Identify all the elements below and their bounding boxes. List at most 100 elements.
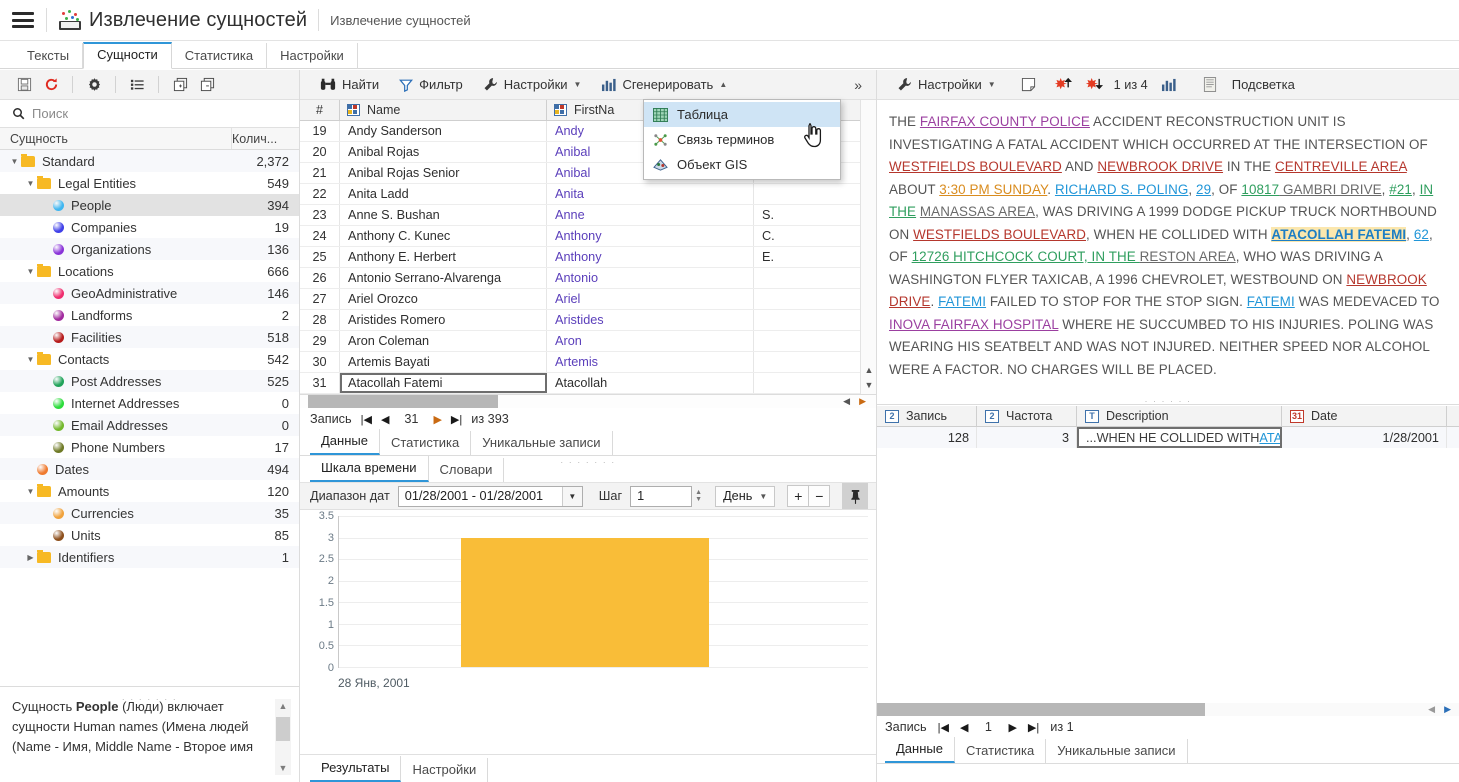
table-cell[interactable]: Anita Ladd	[340, 184, 547, 204]
table-cell[interactable]: Atacollah	[547, 373, 754, 393]
table-cell[interactable]: Anne S. Bushan	[340, 205, 547, 225]
table-cell[interactable]: Anibal Rojas	[340, 142, 547, 162]
table-cell[interactable]: 30	[300, 352, 340, 372]
settings-button[interactable]: Настройки ▼	[475, 74, 590, 95]
entity-mention-person[interactable]: FATEMI	[1247, 294, 1295, 309]
tab-настройки[interactable]: Настройки	[267, 43, 358, 69]
tree-item-legal-entities[interactable]: ▼ Legal Entities 549	[0, 172, 299, 194]
table-cell[interactable]: C.	[754, 226, 861, 246]
tree-item-internet-addresses[interactable]: ▪ Internet Addresses 0	[0, 392, 299, 414]
entity-mention-person[interactable]: ATAC	[1259, 431, 1280, 445]
entity-mention-person[interactable]: RICHARD S. POLING	[1055, 182, 1188, 197]
record-current[interactable]: 1	[979, 720, 997, 734]
table-cell[interactable]: 27	[300, 289, 340, 309]
zoom-out-button[interactable]: −	[808, 485, 831, 507]
tree-item-dates[interactable]: ▪ Dates 494	[0, 458, 299, 480]
next-match-icon[interactable]	[1083, 74, 1107, 96]
scroll-thumb[interactable]	[276, 717, 290, 741]
save-icon[interactable]	[12, 74, 36, 96]
table-cell[interactable]: Ariel	[547, 289, 754, 309]
table-row[interactable]: 31 Atacollah Fatemi Atacollah	[300, 373, 876, 394]
generate-button[interactable]: Сгенерировать ▲	[593, 74, 735, 95]
table-cell[interactable]: Aristides	[547, 310, 754, 330]
prev-match-icon[interactable]	[1052, 74, 1076, 96]
entity-mention-date[interactable]: 3:30 PM SUNDAY	[939, 182, 1047, 197]
entity-mention-addr[interactable]: 10817	[1241, 182, 1279, 197]
scroll-down-icon[interactable]: ▼	[861, 378, 877, 393]
next-record-button[interactable]: ▶	[433, 413, 441, 426]
tree-item-contacts[interactable]: ▼ Contacts 542	[0, 348, 299, 370]
entity-mention-person[interactable]: 62	[1414, 227, 1429, 242]
tab-данные[interactable]: Данные	[310, 429, 380, 455]
collapse-all-icon[interactable]	[195, 74, 219, 96]
entity-mention-person[interactable]: FATEMI	[938, 294, 986, 309]
entity-mention-fac[interactable]: WESTFIELDS BOULEVARD	[913, 227, 1086, 242]
expand-all-icon[interactable]	[168, 74, 192, 96]
table-row[interactable]: 30 Artemis Bayati Artemis	[300, 352, 876, 373]
description-scrollbar[interactable]: ▲ ▼	[275, 699, 291, 775]
hscroll-thumb[interactable]	[877, 703, 1205, 716]
doc-settings-button[interactable]: Настройки ▼	[889, 74, 1004, 95]
table-cell[interactable]: Antonio Serrano-Alvarenga	[340, 268, 547, 288]
table-row[interactable]: 24 Anthony C. Kunec Anthony C.	[300, 226, 876, 247]
entity-mention-addr2[interactable]: RESTON AREA	[1140, 249, 1236, 264]
entity-mention-person[interactable]: 29	[1196, 182, 1211, 197]
zoom-in-button[interactable]: +	[787, 485, 810, 507]
table-cell[interactable]: Aristides Romero	[340, 310, 547, 330]
table-row[interactable]: 23 Anne S. Bushan Anne S.	[300, 205, 876, 226]
tab-данные[interactable]: Данные	[885, 737, 955, 763]
table-cell[interactable]: 20	[300, 142, 340, 162]
table-cell[interactable]: 23	[300, 205, 340, 225]
entity-mention-org[interactable]: FAIRFAX COUNTY POLICE	[920, 114, 1090, 129]
tab-уникальные-записи[interactable]: Уникальные записи	[1046, 739, 1188, 763]
entity-tree[interactable]: ▼ Standard 2,372 ▼ Legal Entities 549 ▪ People 3…	[0, 150, 299, 686]
table-row[interactable]: 25 Anthony E. Herbert Anthony E.	[300, 247, 876, 268]
grid-column-header[interactable]: #	[300, 100, 340, 120]
step-stepper[interactable]: ▲ ▼	[692, 486, 705, 507]
entity-mention-addr[interactable]: 12726 HITCHCOCK COURT, IN THE	[912, 249, 1140, 264]
list-icon[interactable]	[125, 74, 149, 96]
table-cell[interactable]: 22	[300, 184, 340, 204]
table-cell[interactable]: Artemis Bayati	[340, 352, 547, 372]
tree-item-amounts[interactable]: ▼ Amounts 120	[0, 480, 299, 502]
chevron-down-icon[interactable]: ▼	[561, 486, 582, 506]
first-record-button[interactable]: |◀	[938, 721, 949, 734]
prev-record-button[interactable]: ◀	[381, 413, 389, 426]
tree-item-units[interactable]: ▪ Units 85	[0, 524, 299, 546]
table-cell[interactable]: 3	[977, 427, 1077, 448]
table-cell[interactable]: Anthony C. Kunec	[340, 226, 547, 246]
tab-статистика[interactable]: Статистика	[172, 43, 268, 69]
toolbar-overflow-button[interactable]: »	[848, 77, 868, 93]
hamburger-icon[interactable]	[12, 12, 34, 28]
table-cell[interactable]: Anthony E. Herbert	[340, 247, 547, 267]
document-icon[interactable]	[1198, 74, 1222, 96]
entity-mention-org[interactable]: INOVA FAIRFAX HOSPITAL	[889, 317, 1058, 332]
table-cell[interactable]	[754, 352, 861, 372]
tree-item-post-addresses[interactable]: ▪ Post Addresses 525	[0, 370, 299, 392]
tab-сущности[interactable]: Сущности	[83, 42, 172, 69]
hscroll-thumb[interactable]	[308, 395, 498, 408]
first-record-button[interactable]: |◀	[361, 413, 372, 426]
splitter-grip[interactable]: · · · · · ·	[877, 396, 1459, 406]
table-cell[interactable]: Artemis	[547, 352, 754, 372]
scroll-up-icon[interactable]: ▲	[861, 363, 877, 378]
last-record-button[interactable]: ▶|	[451, 413, 462, 426]
table-cell[interactable]	[754, 310, 861, 330]
unit-select[interactable]: День ▼	[715, 485, 776, 507]
table-cell[interactable]: Aron	[547, 331, 754, 351]
scroll-right-icon[interactable]: ▶	[1444, 704, 1451, 715]
search-input[interactable]: Поиск	[0, 100, 299, 128]
table-cell[interactable]: 1/28/2001	[1282, 427, 1447, 448]
step-input[interactable]: 1	[630, 485, 693, 507]
table-row[interactable]: 1283...WHEN HE COLLIDED WITH ATAC1/28/20…	[877, 427, 1459, 448]
tree-item-people[interactable]: ▪ People 394	[0, 194, 299, 216]
tree-item-geoadministrative[interactable]: ▪ GeoAdministrative 146	[0, 282, 299, 304]
entity-mention-addr[interactable]: #21	[1389, 182, 1412, 197]
matches-horizontal-scrollbar[interactable]: ◀ ▶	[877, 703, 1459, 716]
filter-button[interactable]: Фильтр	[391, 74, 471, 95]
entity-mention-fac[interactable]: NEWBROOK DRIVE	[1097, 159, 1223, 174]
scroll-down-icon[interactable]: ▼	[275, 761, 291, 775]
tree-item-email-addresses[interactable]: ▪ Email Addresses 0	[0, 414, 299, 436]
tab-уникальные-записи[interactable]: Уникальные записи	[471, 431, 613, 455]
tree-item-companies[interactable]: ▪ Companies 19	[0, 216, 299, 238]
